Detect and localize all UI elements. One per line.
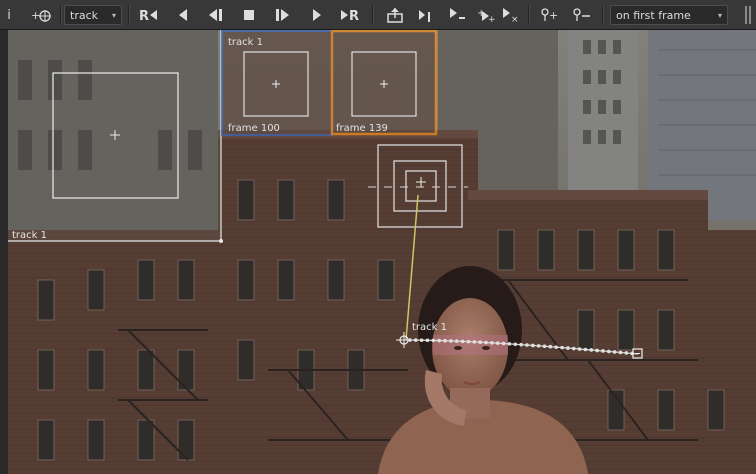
track-sample-dot — [536, 344, 541, 348]
track-sample-dot — [624, 351, 629, 355]
track-sample-dot — [513, 342, 518, 347]
clear-all-icon: ++ — [477, 8, 495, 23]
track-sample-dot — [554, 345, 559, 349]
track-sample-dot — [466, 339, 471, 344]
track-prev-frame-icon — [209, 9, 222, 21]
track-sample-dot — [449, 339, 453, 343]
track-sample-dot — [501, 341, 506, 346]
separator — [372, 6, 374, 24]
track-sample-dot — [437, 338, 441, 343]
track-sample-dot — [484, 340, 488, 345]
track-sample-dot — [425, 338, 430, 343]
add-track-button[interactable]: + — [28, 5, 54, 25]
track-sample-dot — [490, 341, 494, 345]
stop-icon — [244, 10, 254, 20]
viewer-left-edge — [0, 30, 8, 474]
track-sample-dot — [495, 341, 500, 345]
separator — [60, 6, 62, 24]
clear-backward-button[interactable] — [446, 5, 468, 25]
reference-frame-dropdown[interactable]: on first frame ▾ — [610, 5, 728, 25]
separator — [602, 6, 604, 24]
tracker-toolbar: i + track ▾ R R + + × + on first frame ▾ — [0, 0, 756, 30]
clear-backward-icon — [450, 8, 465, 19]
track-sample-dot — [595, 348, 599, 353]
track-sample-dot — [460, 339, 465, 344]
clear-all-button[interactable]: + + — [474, 5, 496, 25]
tracker-viewer[interactable]: track 1 track 1 frame 100 frame 139 trac… — [8, 30, 756, 474]
track-range-forward-icon: R — [341, 9, 359, 23]
track-sample-dot — [589, 348, 594, 352]
keyframe-panel-title: track 1 — [228, 37, 263, 48]
remove-keyframe-button[interactable] — [570, 5, 594, 25]
track-sample-dot — [478, 340, 482, 345]
svg-text:+: + — [31, 9, 40, 22]
track-type-value: track — [70, 8, 98, 22]
track-range-backward-button[interactable]: R — [138, 5, 160, 25]
stop-button[interactable] — [238, 5, 260, 25]
zoom-window-label: track 1 — [12, 230, 47, 241]
track-sample-dot — [583, 347, 588, 352]
track-zoom-window[interactable]: track 1 — [8, 30, 223, 243]
track-sample-dot — [531, 343, 535, 348]
track-range-forward-button[interactable]: R — [340, 5, 362, 25]
track-backward-icon — [179, 9, 187, 21]
clear-forward-button[interactable]: × — [500, 5, 522, 25]
reference-frame-value: on first frame — [616, 8, 691, 22]
add-keyframe-button[interactable]: + — [538, 5, 562, 25]
track-sample-dot — [571, 346, 576, 351]
track-label: track 1 — [412, 322, 447, 333]
separator — [528, 6, 530, 24]
track-sample-dot — [577, 347, 582, 351]
svg-text:+: + — [549, 9, 558, 22]
svg-text:+: + — [488, 15, 495, 23]
key-frame-icon — [419, 10, 430, 22]
zoom-window-resize-handle[interactable] — [219, 239, 223, 243]
keyframe-upload-button[interactable] — [384, 5, 406, 25]
track-type-dropdown[interactable]: track ▾ — [64, 5, 122, 25]
track-sample-dot — [566, 346, 570, 350]
track-sample-dot — [525, 343, 529, 347]
track-sample-dot — [507, 342, 512, 346]
track-next-frame-button[interactable] — [272, 5, 294, 25]
add-keyframe-icon: + — [541, 8, 558, 22]
track-sample-dot — [612, 350, 617, 354]
track-next-frame-icon — [276, 9, 289, 21]
track-sample-dot — [607, 349, 611, 354]
track-sample-dot — [408, 338, 412, 342]
svg-text:R: R — [349, 9, 359, 23]
toolbar-overflow-handle[interactable] — [744, 5, 752, 25]
svg-text:R: R — [139, 9, 149, 23]
remove-keyframe-icon — [573, 8, 590, 21]
track-sample-dot — [519, 342, 523, 347]
track-sample-dot — [413, 338, 418, 342]
track-sample-dot — [419, 338, 424, 342]
key-frame-button[interactable] — [414, 5, 436, 25]
keyframe-panel: track 1 frame 100 frame 139 — [221, 30, 438, 136]
track-prev-frame-button[interactable] — [204, 5, 226, 25]
keyframe-100-label: frame 100 — [228, 123, 280, 134]
separator — [128, 6, 130, 24]
track-sample-dot — [542, 344, 547, 349]
track-sample-dot — [560, 345, 564, 350]
add-track-icon: + — [31, 9, 51, 22]
track-sample-dot — [618, 350, 623, 355]
track-sample-dot — [431, 338, 436, 343]
chevron-down-icon: ▾ — [717, 10, 722, 20]
track-sample-dot — [443, 338, 447, 343]
track-sample-dot — [472, 340, 477, 344]
track-backward-button[interactable] — [172, 5, 194, 25]
track-sample-dot — [454, 339, 459, 343]
track-sample-dot — [601, 349, 605, 353]
track-sample-dot — [548, 344, 553, 349]
keyframe-139-label: frame 139 — [336, 123, 388, 134]
track-range-backward-icon: R — [139, 9, 157, 23]
track-forward-icon — [313, 9, 321, 21]
clear-forward-icon: × — [503, 8, 519, 23]
key-icon — [387, 8, 403, 23]
chevron-down-icon: ▾ — [111, 10, 116, 20]
info-icon[interactable]: i — [2, 5, 16, 25]
track-forward-button[interactable] — [306, 5, 328, 25]
viewer-canvas: track 1 track 1 frame 100 frame 139 trac… — [8, 30, 756, 474]
svg-text:×: × — [511, 15, 519, 23]
